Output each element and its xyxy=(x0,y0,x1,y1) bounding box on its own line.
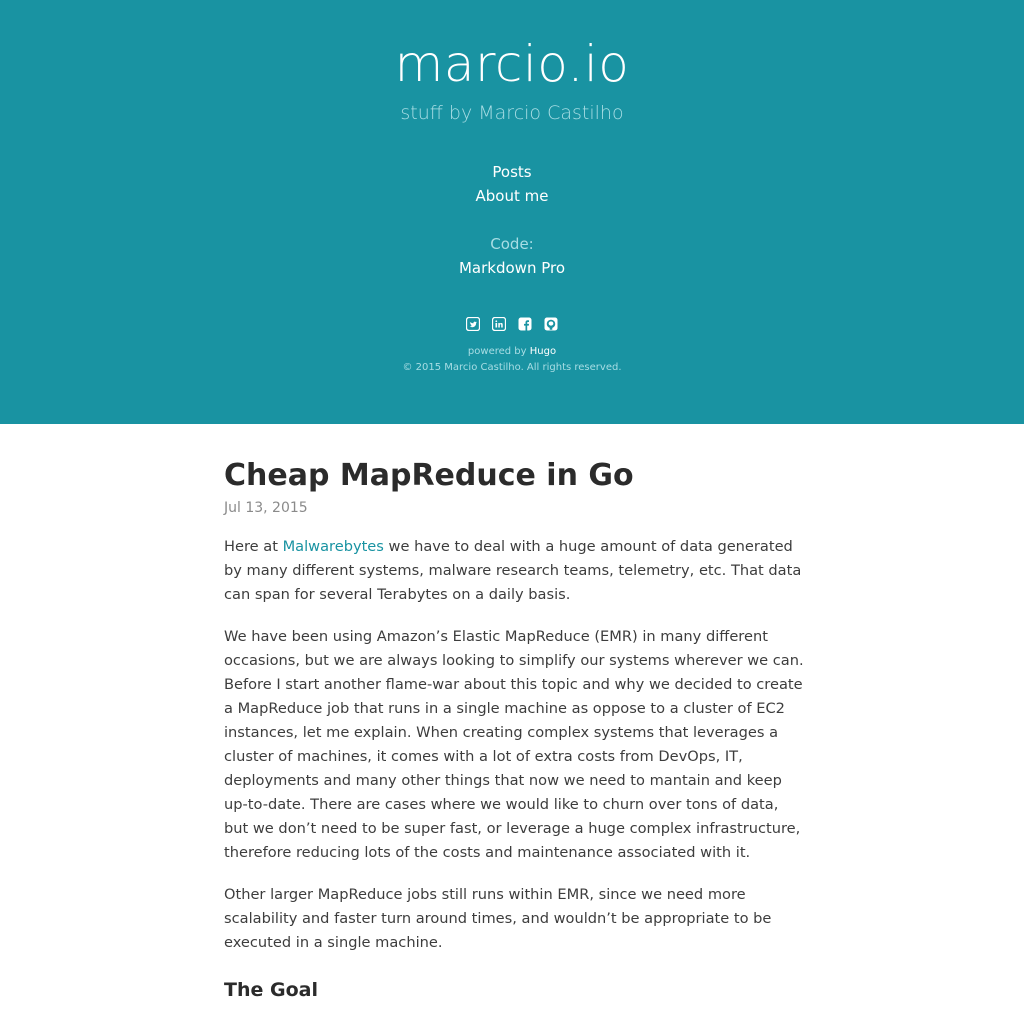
site-subtitle: stuff by Marcio Castilho xyxy=(400,102,624,124)
site-header: marcio.io stuff by Marcio Castilho Posts… xyxy=(0,0,1024,424)
powered-by-prefix: powered by xyxy=(467,346,530,357)
site-title-link[interactable]: marcio.io xyxy=(0,34,1024,94)
hugo-link[interactable]: Hugo xyxy=(530,346,556,357)
post-date: Jul 13, 2015 xyxy=(224,500,308,516)
code-label: Code: xyxy=(490,235,534,253)
linkedin-icon[interactable] xyxy=(491,316,507,332)
twitter-icon[interactable] xyxy=(465,316,481,332)
github-icon[interactable] xyxy=(544,316,558,331)
section-heading-goal: The Goal xyxy=(224,979,318,1001)
facebook-icon[interactable] xyxy=(518,316,532,331)
post-paragraph: We have been using Amazon’s Elastic MapR… xyxy=(224,628,804,861)
paragraph-text: Here at xyxy=(224,538,283,555)
malwarebytes-link[interactable]: Malwarebytes xyxy=(283,538,384,555)
post-paragraph: Here at Malwarebytes we have to deal wit… xyxy=(224,535,804,607)
post-body: Here at Malwarebytes we have to deal wit… xyxy=(224,535,804,1003)
nav-about-link[interactable]: About me xyxy=(0,186,1024,206)
post-paragraph: Other larger MapReduce jobs still runs w… xyxy=(224,886,772,951)
post-title: Cheap MapReduce in Go xyxy=(224,458,634,493)
social-links xyxy=(0,316,1024,332)
powered-by: powered by Hugo xyxy=(0,345,1024,359)
nav-markdown-pro-link[interactable]: Markdown Pro xyxy=(0,258,1024,278)
copyright: © 2015 Marcio Castilho. All rights reser… xyxy=(402,362,622,373)
nav-posts-link[interactable]: Posts xyxy=(0,162,1024,182)
post-content: Cheap MapReduce in Go Jul 13, 2015 Here … xyxy=(224,424,804,1003)
